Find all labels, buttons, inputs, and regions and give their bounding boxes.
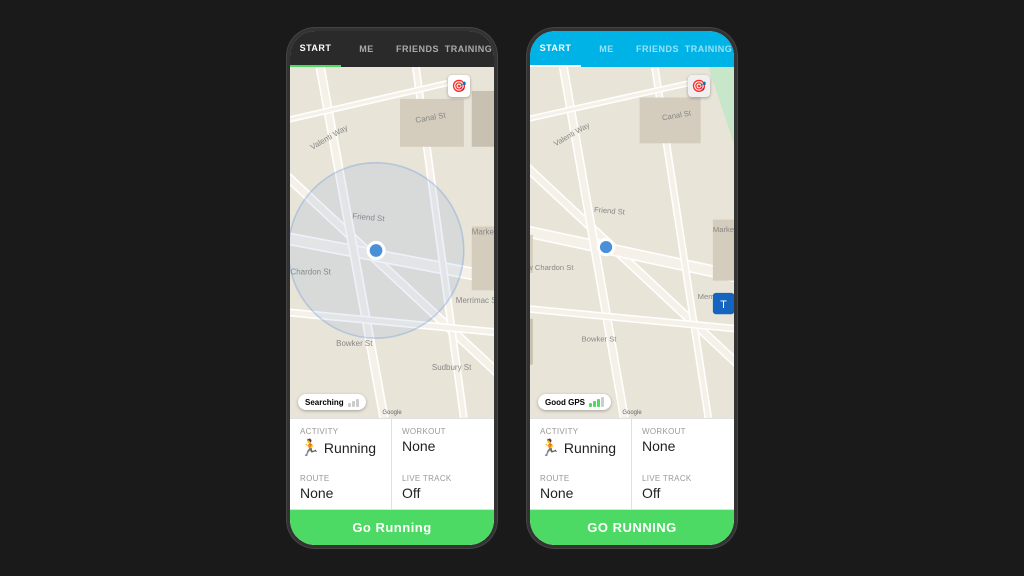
info-grid-light: Activity 🏃 Running Workout None Route No…	[530, 419, 734, 510]
route-cell-dark[interactable]: Route None	[290, 466, 392, 509]
activity-value-light: 🏃 Running	[540, 438, 621, 458]
compass-button-light[interactable]: 🎯	[688, 75, 710, 97]
route-cell-light[interactable]: Route None	[530, 466, 632, 509]
svg-text:T: T	[720, 299, 727, 311]
google-watermark-light: Google	[622, 410, 641, 416]
running-icon-light: 🏃	[540, 438, 560, 458]
signal-bar-4	[601, 397, 604, 407]
tab-friends-light[interactable]: FRIENDS	[632, 31, 683, 67]
signal-bars-dark	[348, 397, 359, 407]
tab-training-light[interactable]: TRAINING	[683, 31, 734, 67]
svg-text:Bowker St: Bowker St	[336, 339, 373, 348]
tab-friends-dark[interactable]: FRIENDS	[392, 31, 443, 67]
tab-me-dark[interactable]: ME	[341, 31, 392, 67]
phones-container: START ME FRIENDS TRAINING	[287, 28, 737, 548]
tab-bar-dark: START ME FRIENDS TRAINING	[290, 31, 494, 67]
svg-text:Market St: Market St	[713, 225, 734, 234]
livetrack-cell-dark[interactable]: Live Track Off	[392, 466, 494, 509]
info-panel-light: Activity 🏃 Running Workout None Route No…	[530, 418, 734, 545]
svg-text:New Chardon St: New Chardon St	[530, 263, 574, 272]
svg-text:Sudbury St: Sudbury St	[432, 363, 472, 372]
tab-training-dark[interactable]: TRAINING	[443, 31, 494, 67]
map-dark: Valenti Way Canal St Friend St Market St…	[290, 67, 494, 418]
signal-bar-1	[589, 403, 592, 407]
tab-bar-light: START ME FRIENDS TRAINING	[530, 31, 734, 67]
phone-dark: START ME FRIENDS TRAINING	[287, 28, 497, 548]
workout-cell-light[interactable]: Workout None	[632, 419, 734, 466]
info-grid-dark: Activity 🏃 Running Workout None Route No…	[290, 419, 494, 510]
signal-bar-2	[593, 401, 596, 407]
phone-light: START ME FRIENDS TRAINING	[527, 28, 737, 548]
signal-bar-3	[597, 399, 600, 407]
workout-cell-dark[interactable]: Workout None	[392, 419, 494, 466]
svg-text:Bowker St: Bowker St	[582, 335, 618, 344]
livetrack-cell-light[interactable]: Live Track Off	[632, 466, 734, 509]
gps-status-dark: Searching	[298, 394, 366, 410]
activity-cell-dark[interactable]: Activity 🏃 Running	[290, 419, 392, 466]
svg-text:Market St: Market St	[472, 228, 494, 237]
info-panel-dark: Activity 🏃 Running Workout None Route No…	[290, 418, 494, 545]
tab-me-light[interactable]: ME	[581, 31, 632, 67]
map-light: Valenti Way Canal St Friend St Market St…	[530, 67, 734, 418]
tab-start-dark[interactable]: START	[290, 31, 341, 67]
activity-cell-light[interactable]: Activity 🏃 Running	[530, 419, 632, 466]
running-icon-dark: 🏃	[300, 438, 320, 458]
signal-bars-light	[589, 397, 604, 407]
tab-start-light[interactable]: START	[530, 31, 581, 67]
compass-button-dark[interactable]: 🎯	[448, 75, 470, 97]
gps-status-light: Good GPS	[538, 394, 611, 410]
activity-value-dark: 🏃 Running	[300, 438, 381, 458]
go-running-button-dark[interactable]: Go Running	[290, 510, 494, 545]
google-watermark-dark: Google	[382, 410, 401, 416]
go-running-button-light[interactable]: GO RUNNING	[530, 510, 734, 545]
svg-text:Merrimac St: Merrimac St	[456, 296, 494, 305]
